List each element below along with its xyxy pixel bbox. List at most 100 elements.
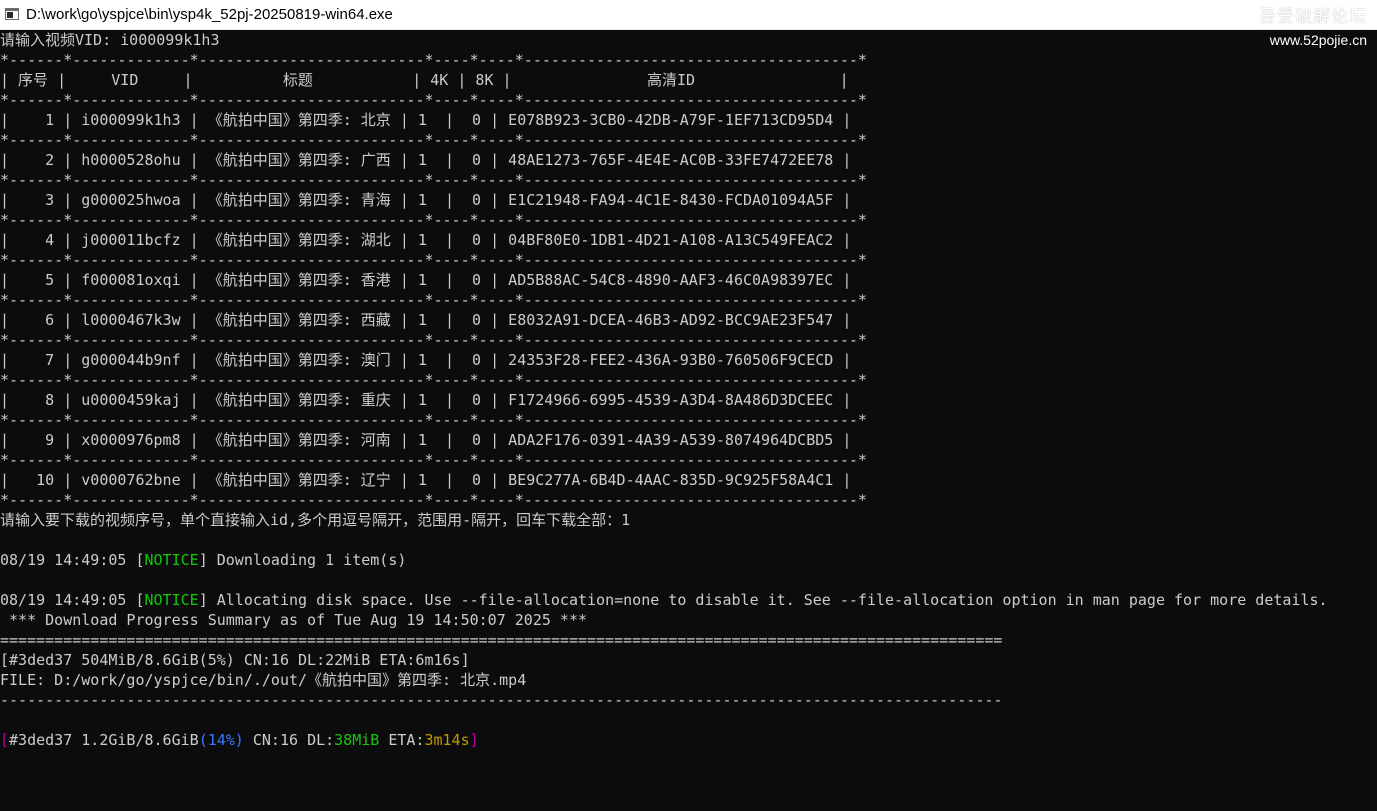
cell-vid: g000025hwoa [72,191,190,209]
notice-tag: NOTICE [144,551,199,569]
cell-hd-id: E1C21948-FA94-4C1E-8430-FCDA01094A5F [499,191,843,209]
console-app-icon [5,8,19,20]
cell-title: 《航拍中国》第四季: 湖北 [198,231,400,249]
progress-gid: #3ded37 [9,731,73,749]
table-row: | 3 | g000025hwoa | 《航拍中国》第四季: 青海 | 1 | … [0,191,852,209]
watermark-text: 吾爱破解论坛 [1259,7,1367,27]
table-border: *------*-------------*------------------… [0,251,867,269]
cell-4k: 1 [408,471,445,489]
notice-tag: NOTICE [144,591,199,609]
summary-status: [#3ded37 504MiB/8.6GiB(5%) CN:16 DL:22Mi… [0,651,470,669]
cell-4k: 4K [421,71,458,89]
cell-8k: 0 [454,471,491,489]
cell-title: 《航拍中国》第四季: 河南 [198,431,400,449]
log-time: 08/19 14:49:05 [0,551,127,569]
cell-4k: 1 [408,391,445,409]
table-border: *------*-------------*------------------… [0,91,867,109]
table-row: | 10 | v0000762bne | 《航拍中国》第四季: 辽宁 | 1 |… [0,471,852,489]
cell-8k: 0 [454,191,491,209]
table-row: | 2 | h0000528ohu | 《航拍中国》第四季: 广西 | 1 | … [0,151,852,169]
cell-index: 5 [9,271,64,289]
cell-hd-id: AD5B88AC-54C8-4890-AAF3-46C0A98397EC [499,271,843,289]
cell-title: 《航拍中国》第四季: 澳门 [198,351,400,369]
cell-hd-id: 高清ID [511,71,840,89]
cell-4k: 1 [408,231,445,249]
progress-connections: CN:16 [252,731,299,749]
cell-8k: 0 [454,391,491,409]
cell-hd-id: E078B923-3CB0-42DB-A79F-1EF713CD95D4 [499,111,843,129]
cell-index: 4 [9,231,64,249]
cell-vid: u0000459kaj [72,391,190,409]
cell-vid: x0000976pm8 [72,431,190,449]
cell-vid: h0000528ohu [72,151,190,169]
cell-hd-id: 04BF80E0-1DB1-4D21-A108-A13C549FEAC2 [499,231,843,249]
cell-8k: 0 [454,151,491,169]
table-row: | 7 | g000044b9nf | 《航拍中国》第四季: 澳门 | 1 | … [0,351,852,369]
progress-eta-value: 3m14s [424,731,470,749]
table-header-row: | 序号 | VID | 标题 | 4K | 8K | 高清ID | [0,71,849,89]
cell-hd-id: 48AE1273-765F-4E4E-AC0B-33FE7472EE78 [499,151,843,169]
cell-vid: j000011bcfz [72,231,190,249]
log-line-allocating: 08/19 14:49:05 [NOTICE] Allocating disk … [0,591,1328,609]
cell-title: 《航拍中国》第四季: 辽宁 [198,471,400,489]
cell-4k: 1 [408,271,445,289]
progress-dl-speed: 38MiB [334,731,380,749]
cell-title: 《航拍中国》第四季: 香港 [198,271,400,289]
cell-8k: 0 [454,271,491,289]
table-border: *------*-------------*------------------… [0,291,867,309]
table-border: *------*-------------*------------------… [0,491,867,509]
cell-8k: 8K [466,71,503,89]
console-window: D:\work\go\yspjce\bin\ysp4k_52pj-2025081… [0,0,1377,811]
progress-size: 1.2GiB/8.6GiB [81,731,199,749]
cell-index: 8 [9,391,64,409]
table-border: *------*-------------*------------------… [0,451,867,469]
cell-title: 《航拍中国》第四季: 西藏 [198,311,400,329]
table-row: | 9 | x0000976pm8 | 《航拍中国》第四季: 河南 | 1 | … [0,431,852,449]
title-bar[interactable]: D:\work\go\yspjce\bin\ysp4k_52pj-2025081… [0,0,1377,30]
vid-prompt: 请输入视频VID: i000099k1h3 [0,31,220,49]
cell-8k: 0 [454,311,491,329]
cell-vid: g000044b9nf [72,351,190,369]
table-border: *------*-------------*------------------… [0,411,867,429]
cell-hd-id: ADA2F176-0391-4A39-A539-8074964DCBD5 [499,431,843,449]
video-table: *------*-------------*------------------… [0,50,1377,510]
table-border: *------*-------------*------------------… [0,211,867,229]
table-row: | 6 | l0000467k3w | 《航拍中国》第四季: 西藏 | 1 | … [0,311,852,329]
cell-4k: 1 [408,151,445,169]
cell-title: 《航拍中国》第四季: 青海 [198,191,400,209]
cell-4k: 1 [408,111,445,129]
cell-title: 标题 [192,71,413,89]
table-border: *------*-------------*------------------… [0,331,867,349]
cell-8k: 0 [454,431,491,449]
table-row: | 8 | u0000459kaj | 《航拍中国》第四季: 重庆 | 1 | … [0,391,852,409]
summary-header: *** Download Progress Summary as of Tue … [0,611,587,629]
cell-index: 1 [9,111,64,129]
cell-8k: 0 [454,351,491,369]
cell-title: 《航拍中国》第四季: 广西 [198,151,400,169]
table-border: *------*-------------*------------------… [0,51,867,69]
cell-index: 序号 [9,71,58,89]
table-border: *------*-------------*------------------… [0,131,867,149]
cell-index: 9 [9,431,64,449]
cell-title: 《航拍中国》第四季: 北京 [198,111,400,129]
summary-rule: ========================================… [0,631,1003,649]
cell-vid: l0000467k3w [72,311,190,329]
log-time: 08/19 14:49:05 [0,591,127,609]
log-message: Downloading 1 item(s) [216,551,407,569]
cell-4k: 1 [408,431,445,449]
log-message: Allocating disk space. Use --file-alloca… [216,591,1328,609]
log-line-downloading: 08/19 14:49:05 [NOTICE] Downloading 1 it… [0,551,407,569]
cell-vid: v0000762bne [72,471,190,489]
cell-vid: f000081oxqi [72,271,190,289]
cell-4k: 1 [408,351,445,369]
progress-eta-label: ETA: [388,731,425,749]
cell-title: 《航拍中国》第四季: 重庆 [198,391,400,409]
cell-hd-id: F1724966-6995-4539-A3D4-8A486D3DCEEC [499,391,843,409]
cell-hd-id: E8032A91-DCEA-46B3-AD92-BCC9AE23F547 [499,311,843,329]
summary-dash-rule: ----------------------------------------… [0,691,1003,709]
cell-index: 6 [9,311,64,329]
table-row: | 5 | f000081oxqi | 《航拍中国》第四季: 香港 | 1 | … [0,271,852,289]
